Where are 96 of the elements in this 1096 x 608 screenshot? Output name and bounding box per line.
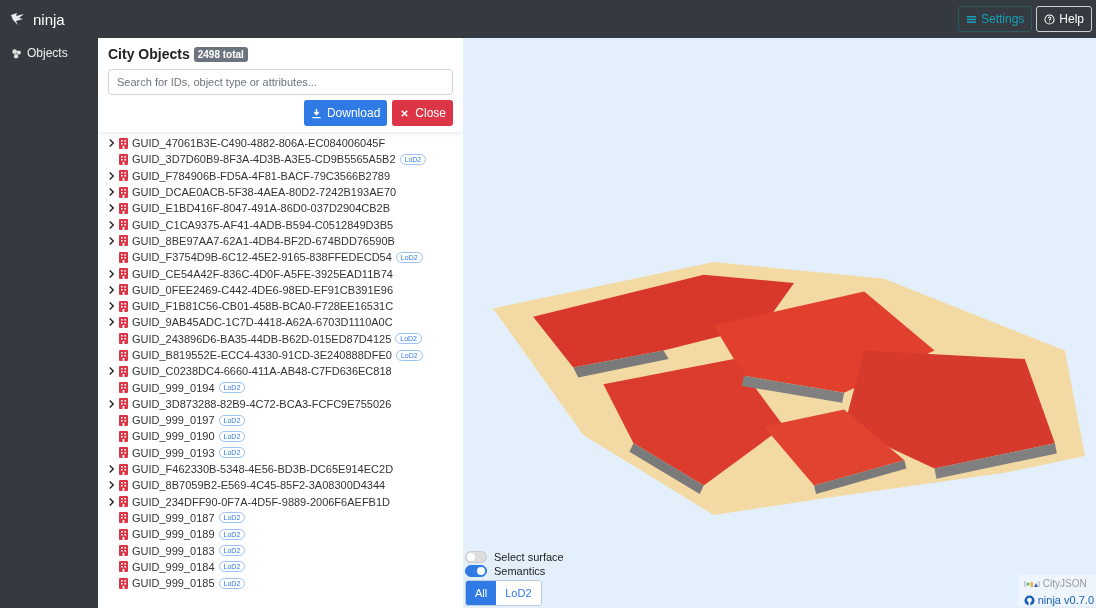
- close-button[interactable]: Close: [392, 100, 453, 126]
- expand-chevron-icon[interactable]: [108, 187, 115, 198]
- object-id[interactable]: GUID_F784906B-FD5A-4F81-BACF-79C3566B2789: [132, 169, 391, 182]
- object-id[interactable]: GUID_999_0183: [132, 544, 215, 557]
- search-field[interactable]: Search for IDs, object type or attributes...: [108, 69, 453, 95]
- help-button[interactable]: Help: [1036, 6, 1092, 32]
- object-id[interactable]: GUID_234DFF90-0F7A-4D5F-9889-2006F6AEFB1D: [132, 495, 390, 508]
- object-id[interactable]: GUID_F1B81C56-CB01-458B-BCA0-F728EE16531C: [132, 300, 394, 313]
- download-icon: [310, 107, 322, 119]
- expand-chevron-icon[interactable]: [108, 268, 115, 279]
- expand-chevron-icon[interactable]: [108, 496, 115, 507]
- object-id[interactable]: GUID_C1CA9375-AF41-4ADB-B594-C0512849D3B5: [132, 218, 394, 231]
- building-icon: [119, 463, 128, 475]
- expand-chevron-icon[interactable]: [108, 203, 115, 214]
- building-icon: [119, 496, 128, 508]
- object-id[interactable]: GUID_999_0187: [132, 511, 215, 524]
- cityjson-label: CityJSON: [1042, 578, 1087, 589]
- object-id[interactable]: GUID_999_0193: [132, 446, 215, 459]
- building-icon: [119, 447, 128, 459]
- toggle-label: Select surface: [494, 551, 564, 563]
- building-icon: [119, 153, 128, 165]
- building-icon: [119, 561, 128, 573]
- building-icon: [119, 365, 128, 377]
- object-id[interactable]: GUID_999_0189: [132, 528, 215, 541]
- object-id[interactable]: GUID_999_0194: [132, 381, 215, 394]
- building-icon: [119, 349, 128, 361]
- building-icon: [119, 268, 128, 279]
- object-id[interactable]: GUID_E1BD416F-8047-491A-86D0-037D2904CB2B: [132, 202, 391, 215]
- object-id[interactable]: GUID_C0238DC4-6660-411A-AB48-C7FD636EC818: [132, 365, 392, 378]
- building-icon: [119, 202, 128, 214]
- building-icon: [119, 300, 128, 312]
- building-icon: [119, 398, 128, 410]
- expand-chevron-icon[interactable]: [108, 317, 115, 328]
- object-id[interactable]: GUID_9AB45ADC-1C7D-4418-A62A-6703D1110A0C: [132, 316, 393, 329]
- building-icon: [119, 170, 128, 182]
- object-id[interactable]: GUID_999_0190: [132, 430, 215, 443]
- object-id[interactable]: GUID_DCAE0ACB-5F38-4AEA-80D2-7242B193AE70: [132, 186, 397, 199]
- panel-title: City Objects: [108, 46, 190, 62]
- object-id[interactable]: GUID_999_0184: [132, 560, 215, 573]
- objects-icon: [11, 47, 22, 59]
- expand-chevron-icon[interactable]: [108, 219, 115, 230]
- expand-chevron-icon[interactable]: [108, 235, 115, 246]
- lod-filter-button[interactable]: LoD2: [496, 581, 541, 605]
- object-id[interactable]: GUID_8BE97AA7-62A1-4DB4-BF2D-674BDD76590B: [132, 234, 395, 247]
- building-icon: [119, 431, 128, 442]
- expand-chevron-icon[interactable]: [108, 301, 115, 312]
- expand-chevron-icon[interactable]: [108, 464, 115, 475]
- object-id[interactable]: GUID_999_0185: [132, 577, 215, 590]
- help-icon: [1044, 13, 1056, 25]
- object-id[interactable]: GUID_CE54A42F-836C-4D0F-A5FE-3925EAD11B74: [132, 267, 393, 280]
- toggle-switch[interactable]: [465, 565, 487, 577]
- building-icon: [119, 512, 128, 524]
- object-id[interactable]: GUID_3D7D60B9-8F3A-4D3B-A3E5-CD9B5565A5B2: [132, 153, 396, 166]
- building-icon: [119, 577, 128, 589]
- expand-chevron-icon[interactable]: [108, 480, 115, 491]
- object-id[interactable]: GUID_B819552E-ECC4-4330-91CD-3E240888DFE0: [132, 349, 392, 361]
- building-icon: [119, 186, 128, 198]
- building-icon: [119, 545, 128, 557]
- building-icon: [119, 137, 128, 149]
- brand-name[interactable]: ninja: [33, 10, 65, 28]
- object-id[interactable]: GUID_0FEE2469-C442-4DE6-98ED-EF91CB391E96: [132, 283, 394, 296]
- object-id[interactable]: GUID_243896D6-BA35-44DB-B62D-015ED87D4125: [132, 332, 392, 345]
- version-link[interactable]: ninja v0.7.0: [1037, 594, 1094, 606]
- expand-chevron-icon[interactable]: [108, 398, 115, 409]
- object-id[interactable]: GUID_999_0197: [132, 414, 215, 427]
- building-icon: [119, 219, 128, 231]
- lod-filter-button[interactable]: All: [466, 581, 497, 605]
- building-icon: [119, 333, 128, 345]
- building-icon: [119, 479, 128, 491]
- sidebar-item[interactable]: Objects: [0, 44, 98, 62]
- expand-chevron-icon[interactable]: [108, 170, 115, 181]
- ninja-logo-icon: [10, 12, 26, 26]
- expand-chevron-icon[interactable]: [108, 138, 115, 149]
- building-icon: [119, 284, 128, 296]
- building-icon: [119, 316, 128, 328]
- building-icon: [119, 251, 128, 263]
- expand-chevron-icon[interactable]: [108, 284, 115, 295]
- settings-button[interactable]: Settings: [957, 6, 1033, 32]
- download-button[interactable]: Download: [303, 100, 388, 126]
- expand-chevron-icon[interactable]: [108, 366, 115, 377]
- cityjson-logo-icon: [1023, 579, 1040, 588]
- count-badge: 2498 total: [193, 46, 248, 62]
- building-icon: [119, 382, 128, 394]
- close-icon: [399, 107, 411, 119]
- object-id[interactable]: GUID_8B7059B2-E569-4C45-85F2-3A08300D4344: [132, 479, 386, 492]
- github-icon: [1023, 594, 1035, 606]
- object-id[interactable]: GUID_47061B3E-C490-4882-806A-EC084006045F: [132, 137, 386, 150]
- toggle-switch[interactable]: [465, 551, 487, 563]
- building-icon: [119, 414, 128, 426]
- building-icon: [119, 235, 128, 247]
- menu-icon: [965, 13, 977, 25]
- toggle-label: Semantics: [494, 565, 546, 577]
- object-id[interactable]: GUID_F3754D9B-6C12-45E2-9165-838FFEDECD54: [132, 251, 392, 264]
- object-id[interactable]: GUID_3D873288-82B9-4C72-BCA3-FCFC9E755026: [132, 397, 392, 410]
- building-icon: [119, 528, 128, 540]
- object-id[interactable]: GUID_F462330B-5348-4E56-BD3B-DC65E914EC2D: [132, 463, 394, 476]
